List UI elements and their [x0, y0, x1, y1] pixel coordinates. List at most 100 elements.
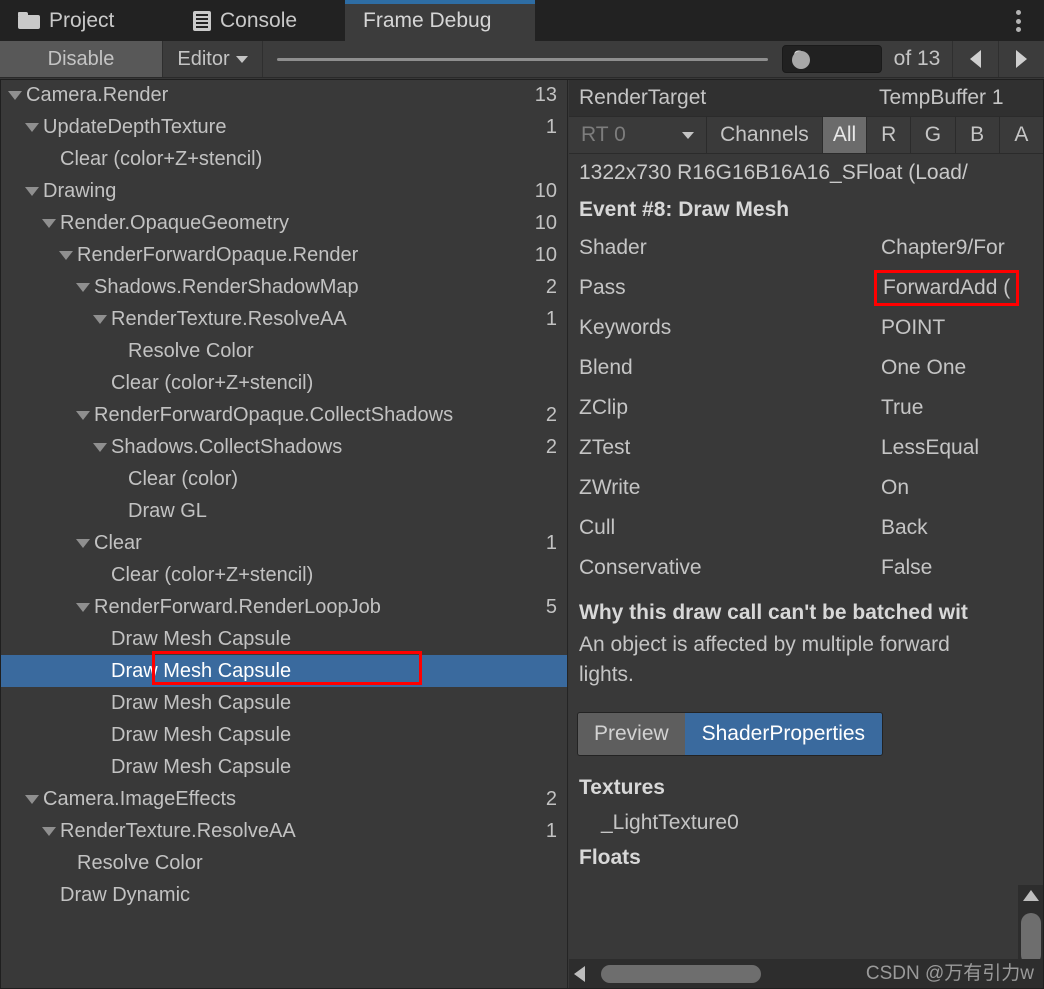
expand-triangle-icon[interactable] [59, 250, 73, 260]
tree-row[interactable]: Draw Mesh Capsule [0, 719, 567, 751]
expand-triangle-icon[interactable] [42, 218, 56, 228]
tree-row-selected[interactable]: Draw Mesh Capsule [0, 651, 567, 687]
tree-row[interactable]: Clear (color) [0, 463, 567, 495]
tree-row[interactable]: Camera.Render 13 [0, 79, 567, 111]
horizontal-scroll-thumb[interactable] [601, 965, 761, 983]
tree-row-label: RenderForwardOpaque.Render [77, 243, 359, 266]
tree-row[interactable]: Render.OpaqueGeometry 10 [0, 207, 567, 239]
property-value: Back [881, 516, 928, 539]
tree-row-label: Clear (color+Z+stencil) [111, 563, 314, 586]
tree-row-count: 5 [539, 591, 557, 623]
tree-row[interactable]: Drawing 10 [0, 175, 567, 207]
tree-row[interactable]: Resolve Color [0, 847, 567, 879]
render-target-value: TempBuffer 1 [879, 85, 1004, 109]
render-target-label: RenderTarget [579, 85, 707, 109]
tab-frame-debug-label: Frame Debug [363, 8, 492, 32]
tab-console[interactable]: Console [175, 0, 345, 41]
props-item-lighttexture0: _LightTexture0 [601, 811, 739, 834]
tree-row[interactable]: Resolve Color [0, 335, 567, 367]
tree-row-label: Camera.Render [26, 83, 169, 106]
tree-row[interactable]: Draw Mesh Capsule [0, 751, 567, 783]
frame-slider[interactable] [263, 41, 810, 77]
tree-row-count: 10 [528, 207, 557, 239]
tree-row[interactable]: RenderForwardOpaque.Render 10 [0, 239, 567, 271]
props-group-floats: Floats [579, 846, 641, 869]
scroll-left-arrow-icon[interactable] [574, 966, 585, 982]
disable-button[interactable]: Disable [0, 41, 163, 77]
tree-row[interactable]: RenderForward.RenderLoopJob 5 [0, 591, 567, 623]
property-name: Pass [579, 276, 626, 299]
expand-triangle-icon[interactable] [25, 794, 39, 804]
tab-console-label: Console [220, 8, 298, 32]
channel-button-g[interactable]: G [911, 117, 956, 153]
expand-triangle-icon[interactable] [93, 442, 107, 452]
previous-frame-icon [970, 50, 981, 68]
tree-row[interactable]: Shadows.RenderShadowMap 2 [0, 271, 567, 303]
tree-row[interactable]: Draw Mesh Capsule [0, 623, 567, 655]
tab-shader-properties[interactable]: ShaderProperties [684, 713, 882, 755]
tree-row[interactable]: Clear (color+Z+stencil) [0, 559, 567, 591]
channel-button-all[interactable]: All [822, 117, 868, 153]
tree-row[interactable]: Draw GL [0, 495, 567, 527]
channel-button-a[interactable]: A [999, 117, 1044, 153]
event-title: Event #8: Draw Mesh [579, 198, 790, 221]
expand-triangle-icon[interactable] [25, 122, 39, 132]
tab-preview[interactable]: Preview [578, 713, 685, 755]
prev-frame-button[interactable] [952, 41, 998, 77]
expand-triangle-icon[interactable] [8, 90, 22, 100]
frame-event-tree[interactable]: Camera.Render 13 UpdateDepthTexture 1 Clear … [0, 79, 568, 989]
expand-triangle-icon[interactable] [76, 282, 90, 292]
tree-row[interactable]: RenderTexture.ResolveAA 1 [0, 303, 567, 335]
next-frame-button[interactable] [998, 41, 1044, 77]
tree-row[interactable]: RenderForwardOpaque.CollectShadows 2 [0, 399, 567, 431]
kebab-menu-icon[interactable] [1006, 8, 1030, 34]
tree-row[interactable]: Clear 1 [0, 527, 567, 559]
tree-row-label: Clear [94, 531, 142, 554]
tree-row[interactable]: Draw Dynamic [0, 879, 567, 911]
frame-debug-toolbar: Disable Editor 8 of 13 [0, 41, 1044, 78]
tree-row[interactable]: Draw Mesh Capsule [0, 687, 567, 719]
property-row: Conservative False [569, 548, 1044, 588]
tree-row[interactable]: Clear (color+Z+stencil) [0, 367, 567, 399]
frame-slider-track [277, 58, 768, 61]
expand-triangle-icon[interactable] [42, 826, 56, 836]
tree-row-label: RenderForwardOpaque.CollectShadows [94, 403, 454, 426]
tree-row-label: Drawing [43, 179, 117, 202]
rt-index-dropdown[interactable]: RT 0 [569, 117, 707, 153]
frame-total-label: of 13 [893, 47, 941, 70]
property-value: False [881, 556, 933, 579]
frame-debugger-window: Project Console Frame Debug Disable Edit… [0, 0, 1044, 989]
tree-row[interactable]: RenderTexture.ResolveAA 1 [0, 815, 567, 847]
tree-row-count: 1 [539, 527, 557, 559]
batching-heading: Why this draw call can't be batched wit [579, 601, 968, 624]
chevron-down-icon [235, 55, 248, 63]
tab-project[interactable]: Project [0, 0, 175, 41]
expand-triangle-icon[interactable] [25, 186, 39, 196]
tree-row-label: Shadows.CollectShadows [111, 435, 343, 458]
expand-triangle-icon[interactable] [93, 314, 107, 324]
channel-button-b[interactable]: B [955, 117, 1000, 153]
frame-slider-thumb[interactable] [792, 51, 810, 69]
tree-row[interactable]: Clear (color+Z+stencil) [0, 143, 567, 175]
tree-row-count: 2 [539, 399, 557, 431]
editor-dropdown[interactable]: Editor [163, 41, 263, 77]
tree-row-count: 1 [539, 111, 557, 143]
tree-row-count: 1 [539, 303, 557, 335]
expand-triangle-icon[interactable] [76, 410, 90, 420]
tree-row[interactable]: UpdateDepthTexture 1 [0, 111, 567, 143]
window-tab-bar: Project Console Frame Debug [0, 0, 1044, 41]
tree-row[interactable]: Shadows.CollectShadows 2 [0, 431, 567, 463]
props-group-vectors: Vectors [569, 910, 1044, 918]
rt-index-value: RT 0 [581, 123, 626, 146]
event-detail-panel: RenderTarget TempBuffer 1 RT 0 Channels … [569, 79, 1044, 989]
tree-row-label: Shadows.RenderShadowMap [94, 275, 359, 298]
tab-frame-debug[interactable]: Frame Debug [345, 0, 535, 41]
expand-triangle-icon[interactable] [76, 538, 90, 548]
tree-row-label: Resolve Color [128, 339, 254, 362]
expand-triangle-icon[interactable] [76, 602, 90, 612]
scroll-up-arrow-icon[interactable] [1023, 890, 1039, 901]
channel-button-r[interactable]: R [867, 117, 912, 153]
tree-row-label: Render.OpaqueGeometry [60, 211, 290, 234]
tree-row-label: Draw GL [128, 499, 207, 522]
tree-row[interactable]: Camera.ImageEffects 2 [0, 783, 567, 815]
